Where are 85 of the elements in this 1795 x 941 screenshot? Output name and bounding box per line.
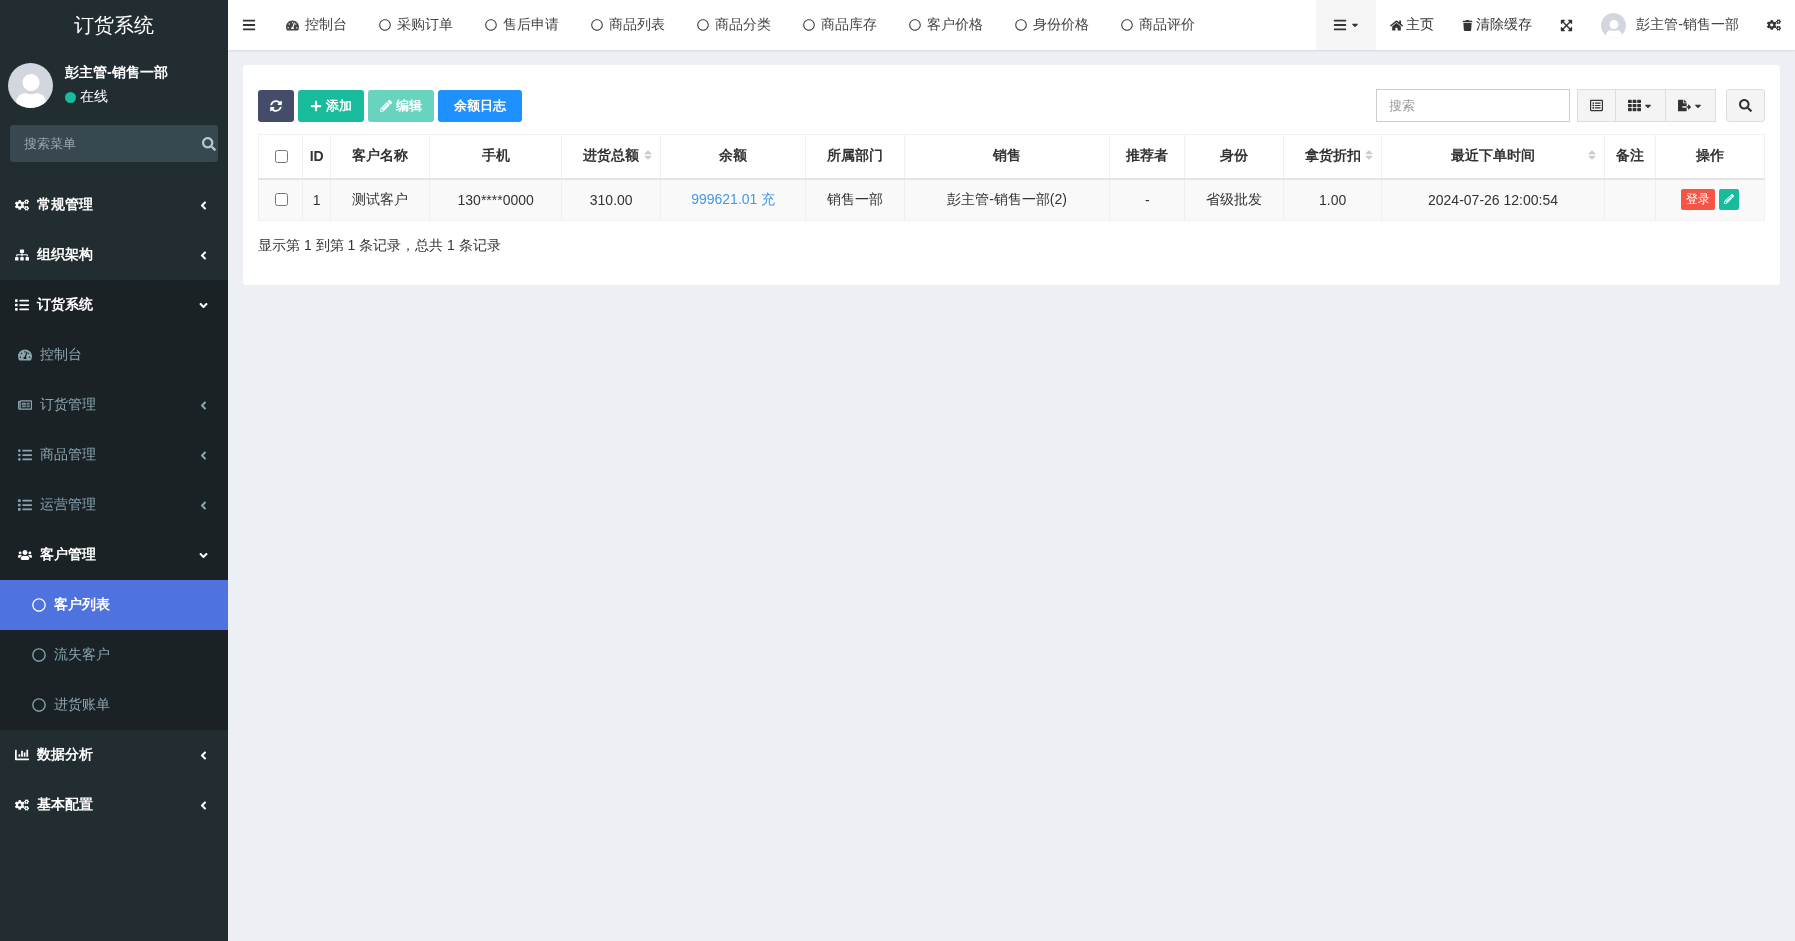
user-status: 在线 [80,88,108,106]
menu-dropdown-button[interactable] [1316,0,1377,50]
list-card-icon [18,398,32,412]
sidebar-item[interactable]: 客户管理 [0,530,228,580]
search-icon [1739,99,1752,112]
toggle-view-button[interactable] [1577,89,1616,122]
settings-icon [1767,18,1781,32]
column-header: 所属部门 [805,134,905,179]
column-header: 操作 [1655,134,1765,179]
dashboard-icon [286,18,299,32]
sidebar-item[interactable]: 订货管理 [0,380,228,430]
row-checkbox[interactable] [274,193,288,207]
sidebar-item[interactable]: 运营管理 [0,480,228,530]
user-silhouette-icon [1604,19,1623,38]
nav-tab[interactable]: 商品库存 [787,0,893,50]
home-icon [1390,18,1404,32]
table-search-field[interactable]: 搜索 [1376,89,1570,122]
table-cell: 彭主管-销售一部(2) [947,190,1067,207]
grid-icon [1628,99,1641,112]
column-header: 备注 [1604,134,1656,179]
nav-tab[interactable]: 商品评价 [1105,0,1211,50]
sort-icon [642,149,654,161]
user-menu[interactable]: 彭主管-销售一部 [1587,0,1753,50]
column-header: 手机 [429,134,562,179]
clear-cache-link[interactable]: 清除缓存 [1448,0,1547,50]
home-link[interactable]: 主页 [1376,0,1449,50]
table-cell: 1 [312,191,321,208]
bar-chart-icon [15,748,29,762]
sidebar-item[interactable]: 订货系统 [0,280,228,330]
columns-button[interactable] [1615,89,1666,122]
column-header[interactable]: 拿货折扣 [1283,134,1382,179]
gears-icon [15,198,29,212]
search-button[interactable] [1726,89,1765,122]
trash-icon [1462,19,1474,31]
pencil-icon [380,99,392,112]
nav-tab[interactable]: 商品列表 [575,0,681,50]
sidebar-item[interactable]: 流失客户 [0,630,228,680]
table-cell: 省级批发 [1206,190,1263,207]
column-header[interactable]: 进货总额 [561,134,661,179]
table-cell: 2024-07-26 12:00:54 [1428,191,1558,208]
sitemap-icon [15,248,29,262]
dashboard-icon [18,348,32,362]
column-header: ID [302,134,331,179]
table-cell: 1.00 [1319,191,1347,208]
sidebar-item[interactable]: 商品管理 [0,430,228,480]
export-icon [1678,99,1691,112]
list-icon [18,448,32,462]
fullscreen-icon [1560,18,1574,32]
users-icon [18,548,32,562]
column-header[interactable]: 最近下单时间 [1381,134,1605,179]
nav-tab[interactable]: 采购订单 [363,0,469,50]
nav-tab[interactable]: 客户价格 [893,0,999,50]
search-icon [202,136,216,151]
refresh-icon [270,99,282,112]
sidebar-item[interactable]: 控制台 [0,330,228,380]
menu-icon [1332,18,1347,32]
column-header: 客户名称 [330,134,430,179]
nav-tab[interactable]: 控制台 [270,0,363,50]
card-view-icon [1590,99,1603,112]
column-header: 推荐者 [1109,134,1185,179]
table-cell: - [1144,191,1150,208]
pencil-icon [1724,193,1735,204]
table-cell: 310.00 [589,191,633,208]
pagination-info: 显示第 1 到第 1 条记录，总共 1 条记录 [258,237,502,255]
gears-icon [15,798,29,812]
table-cell: 测试客户 [352,190,409,207]
sidebar-item[interactable]: 进货账单 [0,680,228,730]
menu-icon [242,18,256,32]
nav-tab[interactable]: 身份价格 [999,0,1105,50]
column-header: 身份 [1184,134,1284,179]
table-cell: 销售一部 [827,190,884,207]
table-cell: 130****0000 [457,191,534,208]
plus-icon [310,99,322,112]
select-all-checkbox[interactable] [274,149,288,163]
column-header: 销售 [904,134,1110,179]
user-name: 彭主管-销售一部 [65,64,168,82]
column-header: 余额 [660,134,806,179]
refresh-button[interactable] [258,89,294,122]
list-icon [18,498,32,512]
nav-tab[interactable]: 商品分类 [681,0,787,50]
user-silhouette-icon [13,73,48,108]
list-icon [15,298,29,312]
nav-tab[interactable]: 售后申请 [469,0,575,50]
sidebar-item[interactable]: 客户列表 [0,580,228,630]
export-button[interactable] [1665,89,1716,122]
